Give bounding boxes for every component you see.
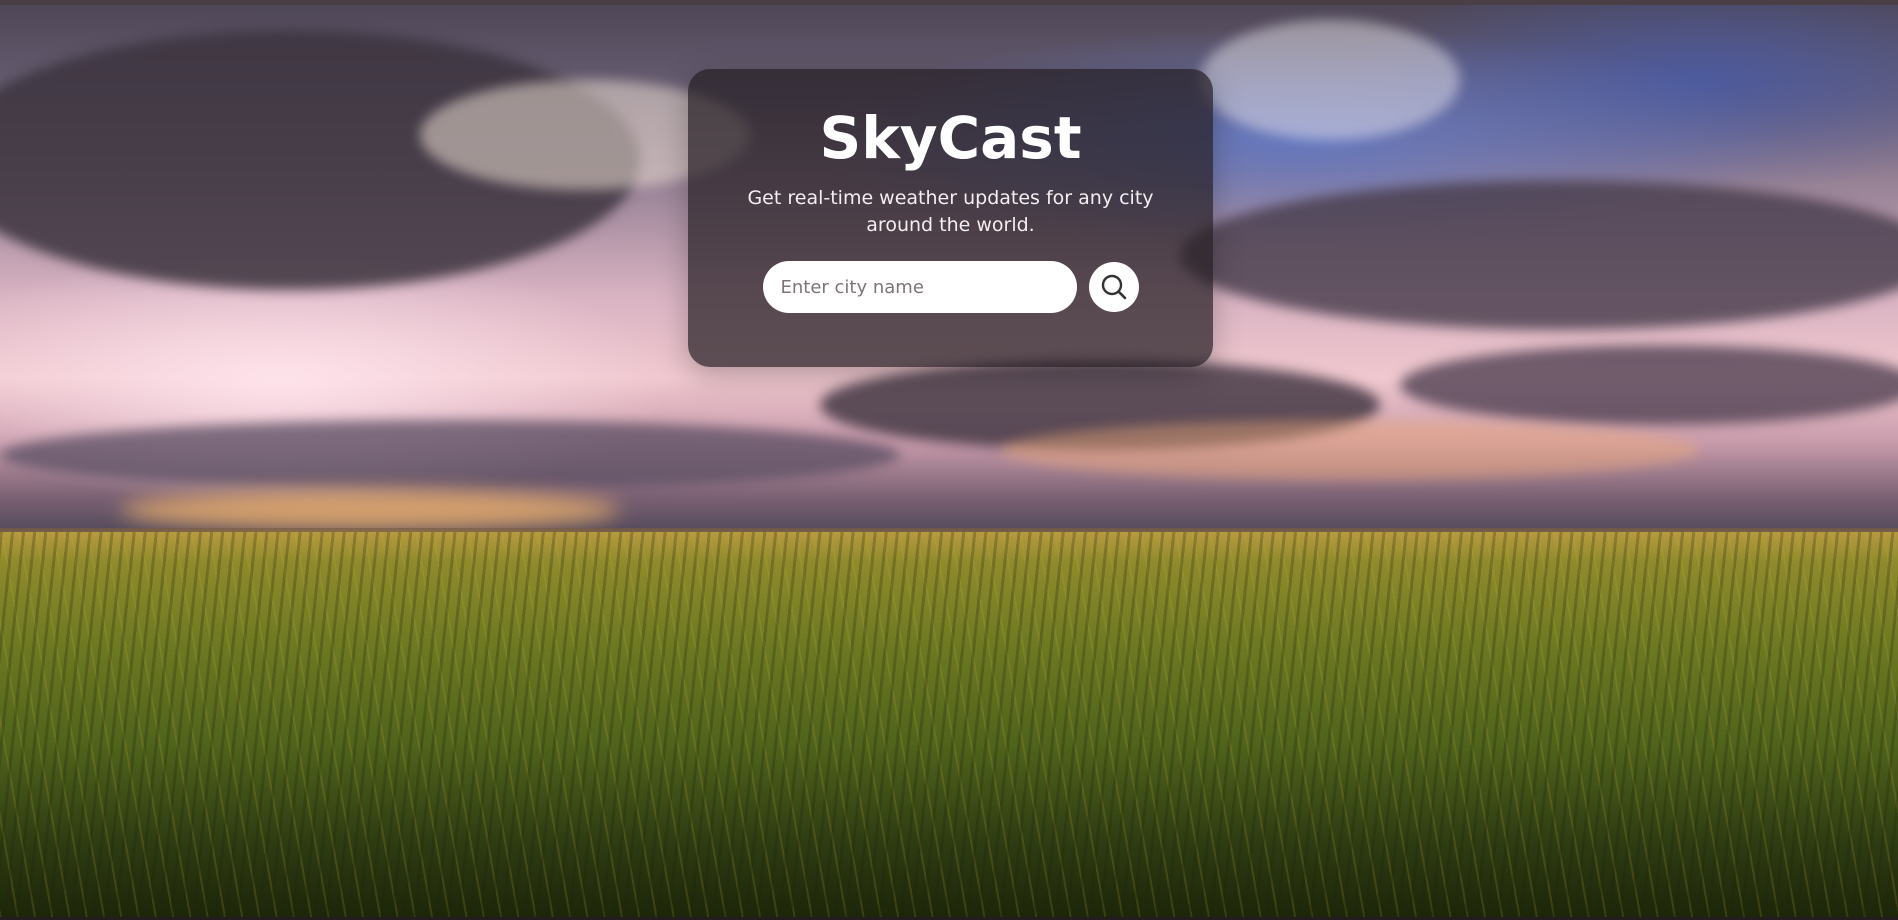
app-title: SkyCast bbox=[819, 104, 1082, 172]
wheat-field bbox=[0, 532, 1898, 920]
sunset-glow bbox=[120, 490, 620, 530]
cloud bbox=[1180, 180, 1898, 330]
cloud bbox=[1400, 345, 1898, 425]
city-search-input[interactable] bbox=[762, 261, 1077, 313]
cloud bbox=[1200, 20, 1460, 140]
app-root: SkyCast Get real-time weather updates fo… bbox=[0, 0, 1898, 920]
search-card: SkyCast Get real-time weather updates fo… bbox=[688, 69, 1213, 367]
cloud bbox=[1000, 420, 1700, 480]
search-bar bbox=[688, 261, 1213, 313]
cloud bbox=[0, 420, 900, 490]
window-top-border bbox=[0, 0, 1898, 5]
app-subtitle: Get real-time weather updates for any ci… bbox=[747, 187, 1154, 236]
search-button[interactable] bbox=[1088, 262, 1139, 312]
search-icon bbox=[1099, 272, 1129, 302]
